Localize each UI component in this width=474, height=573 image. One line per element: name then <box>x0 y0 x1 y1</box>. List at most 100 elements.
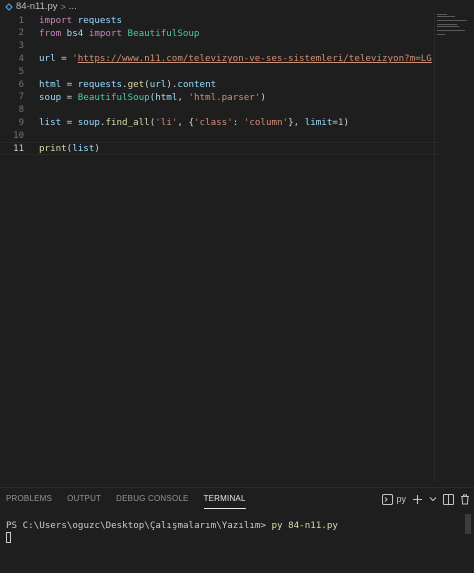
code-token: limit <box>304 117 333 129</box>
panel-actions: py <box>382 491 470 507</box>
code-token: list <box>72 143 95 154</box>
code-line[interactable]: 4 url = 'https://www.n11.com/televizyon-v… <box>0 52 440 65</box>
breadcrumb-file[interactable]: 84-n11.py <box>16 1 58 12</box>
line-number: 7 <box>18 92 24 103</box>
terminal-icon <box>382 492 394 506</box>
code-line[interactable]: 5 <box>0 65 440 78</box>
minimap-line <box>437 14 447 15</box>
code-token: import <box>39 15 73 26</box>
code-token: : <box>232 117 244 129</box>
editor-ruler <box>434 13 435 483</box>
tab-problems[interactable]: PROBLEMS <box>6 488 52 510</box>
code-token: = <box>61 117 78 129</box>
minimap-line <box>437 34 445 35</box>
code-token: html <box>155 91 178 103</box>
code-token: html <box>39 79 62 90</box>
minimap-line <box>437 26 459 27</box>
trash-icon[interactable] <box>460 492 470 506</box>
split-icon[interactable] <box>443 492 454 506</box>
code-token: find_all <box>105 117 150 129</box>
code-token: soup <box>77 117 100 129</box>
line-number: 4 <box>18 53 24 64</box>
tab-debug-console[interactable]: DEBUG CONSOLE <box>116 488 188 510</box>
breadcrumb-separator: > <box>60 1 66 12</box>
terminal-prompt: PS C:\Users\oguzc\Desktop\Çalışmalarım\Y… <box>6 520 272 531</box>
code-line[interactable]: 3 <box>0 40 440 53</box>
line-number: 9 <box>18 117 24 128</box>
code-token: = <box>61 79 78 90</box>
code-token: = <box>61 91 78 103</box>
breadcrumb: 84-n11.py > ... <box>0 0 474 13</box>
code-token: BeautifulSoup <box>122 27 200 39</box>
code-token: get <box>127 79 145 90</box>
line-number: 3 <box>18 41 24 52</box>
tab-terminal[interactable]: TERMINAL <box>203 488 246 510</box>
code-token: print <box>39 143 67 154</box>
code-token: url <box>149 79 167 90</box>
code-line[interactable]: 8 <box>0 104 440 117</box>
code-text: print(list) <box>39 143 100 154</box>
code-token: ). <box>166 79 178 90</box>
code-text: import requests <box>39 15 122 26</box>
code-token: 'html.parser' <box>188 91 261 103</box>
code-editor[interactable]: 1 import requests 2 from bs4 import Beautif… <box>0 13 474 487</box>
code-line[interactable]: 9 list = soup.find_all('li', {'class': 'c… <box>0 116 440 129</box>
terminal-selector[interactable]: py <box>382 492 406 506</box>
minimap-line <box>437 24 457 25</box>
code-line[interactable]: 6 html = requests.get(url).content <box>0 78 440 91</box>
minimap-line <box>437 20 467 21</box>
code-text: html = requests.get(url).content <box>39 79 216 90</box>
code-line[interactable]: 1 import requests <box>0 14 440 27</box>
line-number: 11 <box>13 143 24 154</box>
minimap-line <box>437 16 455 17</box>
code-token: ) <box>94 143 100 154</box>
bottom-panel: PROBLEMS OUTPUT DEBUG CONSOLE TERMINAL py P… <box>0 487 474 573</box>
minimap[interactable] <box>436 13 470 43</box>
terminal-scrollbar[interactable] <box>465 514 471 534</box>
plus-icon[interactable] <box>412 492 423 506</box>
terminal-selector-label: py <box>396 494 406 504</box>
code-line[interactable]: 2 from bs4 import BeautifulSoup <box>0 27 440 40</box>
terminal-command: py 84-n11.py <box>271 520 338 531</box>
code-token: , { <box>177 117 194 129</box>
code-token: list <box>39 117 62 129</box>
code-token: = <box>55 53 73 65</box>
code-line[interactable]: 7 soup = BeautifulSoup(html, 'html.parser… <box>0 91 440 104</box>
line-number: 1 <box>18 15 24 26</box>
code-token: 'column' <box>243 117 289 129</box>
code-token: 'class' <box>194 117 233 129</box>
tab-output[interactable]: OUTPUT <box>67 488 101 510</box>
code-text: list = soup.find_all('li', {'class': 'co… <box>39 117 349 128</box>
line-number: 6 <box>18 79 24 90</box>
code-line[interactable]: 10 <box>0 129 440 142</box>
minimap-line <box>437 30 465 31</box>
code-text: url = 'https://www.n11.com/televizyon-ve… <box>39 53 437 64</box>
code-token: }, <box>288 117 305 129</box>
code-token: BeautifulSoup <box>77 91 150 103</box>
code-token: url <box>39 53 56 65</box>
code-token: ) <box>260 91 266 103</box>
terminal-cursor <box>6 532 11 543</box>
code-token: https://www.n11.com/televizyon-ve-ses-si… <box>77 53 432 65</box>
breadcrumb-more[interactable]: ... <box>69 1 77 12</box>
line-number: 2 <box>18 28 24 39</box>
line-number: 8 <box>18 105 24 116</box>
code-text: soup = BeautifulSoup(html, 'html.parser'… <box>39 92 266 103</box>
code-token: import <box>88 27 123 39</box>
code-token: requests <box>77 79 123 90</box>
code-token: ) <box>343 117 349 129</box>
code-token: soup <box>39 91 62 103</box>
terminal-output[interactable]: PS C:\Users\oguzc\Desktop\Çalışmalarım\Y… <box>6 520 338 531</box>
code-token: from <box>39 27 62 39</box>
code-token: 'li' <box>155 117 178 129</box>
code-line[interactable]: 11 print(list) <box>0 142 440 155</box>
chevron-down-icon[interactable] <box>429 492 437 506</box>
code-token: content <box>177 79 217 90</box>
code-text: from bs4 import BeautifulSoup <box>39 28 199 39</box>
python-file-icon <box>5 2 13 11</box>
code-token: bs4 <box>61 27 89 39</box>
code-token: , <box>177 91 189 103</box>
line-number: 5 <box>18 66 24 77</box>
code-token: requests <box>72 15 122 26</box>
line-number: 10 <box>13 130 24 141</box>
